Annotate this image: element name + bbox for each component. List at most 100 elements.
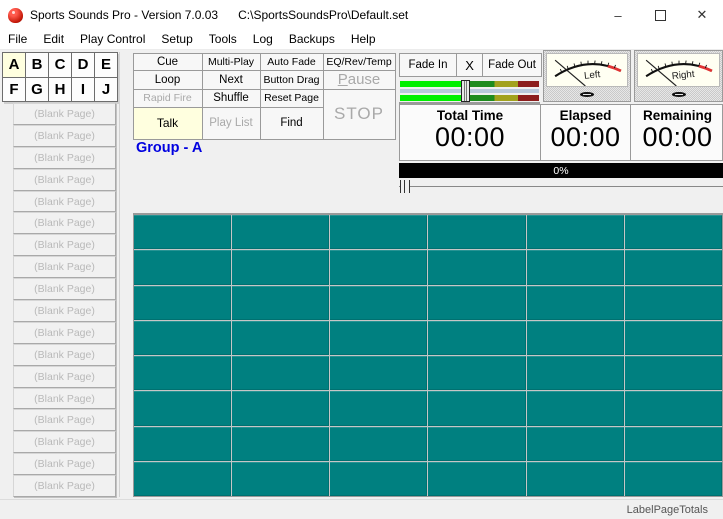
- page-button[interactable]: (Blank Page): [13, 169, 116, 191]
- menu-log[interactable]: Log: [245, 30, 281, 49]
- sound-cell[interactable]: [134, 321, 231, 355]
- sound-cell[interactable]: [330, 462, 427, 496]
- sound-cell[interactable]: [232, 462, 329, 496]
- play-list-button[interactable]: Play List: [202, 107, 261, 140]
- sound-cell[interactable]: [232, 427, 329, 461]
- menu-edit[interactable]: Edit: [35, 30, 72, 49]
- group-button-d[interactable]: D: [72, 53, 94, 77]
- page-button[interactable]: (Blank Page): [13, 366, 116, 388]
- sound-cell[interactable]: [428, 391, 525, 425]
- pause-button[interactable]: Pause: [323, 70, 396, 90]
- page-button[interactable]: (Blank Page): [13, 278, 116, 300]
- page-button[interactable]: (Blank Page): [13, 212, 116, 234]
- sound-cell[interactable]: [625, 462, 722, 496]
- sound-cell[interactable]: [232, 391, 329, 425]
- page-button[interactable]: (Blank Page): [13, 344, 116, 366]
- volume-slider[interactable]: [399, 80, 540, 104]
- sound-cell[interactable]: [232, 250, 329, 284]
- shuffle-button[interactable]: Shuffle: [202, 89, 261, 108]
- page-button[interactable]: (Blank Page): [13, 475, 116, 497]
- sound-cell[interactable]: [134, 250, 231, 284]
- sound-cell[interactable]: [428, 321, 525, 355]
- sound-cell[interactable]: [625, 250, 722, 284]
- sound-cell[interactable]: [625, 215, 722, 249]
- sound-cell[interactable]: [527, 321, 624, 355]
- volume-thumb[interactable]: [461, 80, 470, 102]
- sound-cell[interactable]: [232, 215, 329, 249]
- page-button[interactable]: (Blank Page): [13, 256, 116, 278]
- close-button[interactable]: ✕: [681, 0, 723, 30]
- next-button[interactable]: Next: [202, 70, 261, 90]
- seek-slider[interactable]: [399, 180, 723, 194]
- sound-cell[interactable]: [330, 286, 427, 320]
- sound-cell[interactable]: [625, 286, 722, 320]
- page-button[interactable]: (Blank Page): [13, 322, 116, 344]
- page-button[interactable]: (Blank Page): [13, 453, 116, 475]
- sound-cell[interactable]: [625, 391, 722, 425]
- sound-cell[interactable]: [330, 356, 427, 390]
- page-button[interactable]: (Blank Page): [13, 388, 116, 410]
- sound-cell[interactable]: [428, 462, 525, 496]
- sound-cell[interactable]: [625, 427, 722, 461]
- sound-cell[interactable]: [527, 286, 624, 320]
- page-button[interactable]: (Blank Page): [13, 147, 116, 169]
- page-button[interactable]: (Blank Page): [13, 125, 116, 147]
- menu-backups[interactable]: Backups: [281, 30, 343, 49]
- sound-cell[interactable]: [134, 391, 231, 425]
- group-button-i[interactable]: I: [72, 78, 94, 102]
- sound-cell[interactable]: [428, 250, 525, 284]
- menu-play-control[interactable]: Play Control: [72, 30, 153, 49]
- find-button[interactable]: Find: [260, 107, 324, 140]
- sound-cell[interactable]: [134, 462, 231, 496]
- sound-cell[interactable]: [330, 215, 427, 249]
- group-button-h[interactable]: H: [49, 78, 71, 102]
- sound-cell[interactable]: [428, 356, 525, 390]
- sound-cell[interactable]: [527, 462, 624, 496]
- auto-fade-button[interactable]: Auto Fade: [260, 53, 324, 71]
- sound-cell[interactable]: [134, 356, 231, 390]
- menu-help[interactable]: Help: [343, 30, 384, 49]
- page-button[interactable]: (Blank Page): [13, 300, 116, 322]
- sound-cell[interactable]: [134, 215, 231, 249]
- group-button-c[interactable]: C: [49, 53, 71, 77]
- stop-button[interactable]: STOP: [323, 89, 396, 140]
- group-button-e[interactable]: E: [95, 53, 117, 77]
- menu-tools[interactable]: Tools: [201, 30, 245, 49]
- sound-cell[interactable]: [134, 286, 231, 320]
- group-button-j[interactable]: J: [95, 78, 117, 102]
- page-button[interactable]: (Blank Page): [13, 409, 116, 431]
- sound-cell[interactable]: [232, 356, 329, 390]
- sound-cell[interactable]: [527, 356, 624, 390]
- cue-button[interactable]: Cue: [133, 53, 203, 71]
- group-button-g[interactable]: G: [26, 78, 48, 102]
- talk-button[interactable]: Talk: [133, 107, 203, 140]
- sound-cell[interactable]: [330, 250, 427, 284]
- sound-cell[interactable]: [428, 215, 525, 249]
- sound-cell[interactable]: [527, 391, 624, 425]
- sound-cell[interactable]: [527, 250, 624, 284]
- page-button[interactable]: (Blank Page): [13, 431, 116, 453]
- rapid-fire-button[interactable]: Rapid Fire: [133, 89, 203, 108]
- sound-cell[interactable]: [330, 391, 427, 425]
- group-button-b[interactable]: B: [26, 53, 48, 77]
- maximize-button[interactable]: [639, 0, 681, 30]
- sound-cell[interactable]: [232, 286, 329, 320]
- page-button[interactable]: (Blank Page): [13, 234, 116, 256]
- page-button[interactable]: (Blank Page): [13, 191, 116, 213]
- group-button-f[interactable]: F: [3, 78, 25, 102]
- fade-out-button[interactable]: Fade Out: [482, 53, 542, 77]
- fade-cancel-button[interactable]: X: [456, 53, 483, 77]
- button-drag-button[interactable]: Button Drag: [260, 70, 324, 90]
- sound-cell[interactable]: [330, 427, 427, 461]
- menu-file[interactable]: File: [0, 30, 35, 49]
- sound-cell[interactable]: [625, 321, 722, 355]
- minimize-button[interactable]: –: [597, 0, 639, 30]
- eq-rev-temp-button[interactable]: EQ/Rev/Temp: [323, 53, 396, 71]
- reset-page-button[interactable]: Reset Page: [260, 89, 324, 108]
- multi-play-button[interactable]: Multi-Play: [202, 53, 261, 71]
- sound-cell[interactable]: [428, 286, 525, 320]
- page-button[interactable]: (Blank Page): [13, 103, 116, 125]
- sound-cell[interactable]: [428, 427, 525, 461]
- sound-cell[interactable]: [134, 427, 231, 461]
- group-button-a[interactable]: A: [3, 53, 25, 77]
